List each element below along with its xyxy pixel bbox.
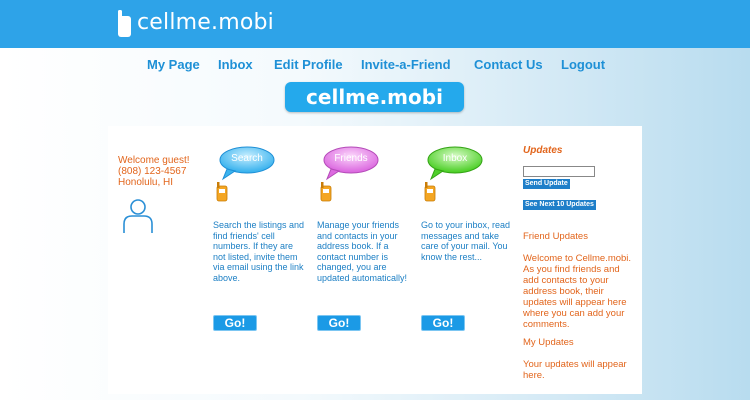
search-bubble-label: Search xyxy=(231,153,263,164)
main-nav: My Page Inbox Edit Profile Invite-a-Frie… xyxy=(0,57,750,75)
friend-updates-heading: Friend Updates xyxy=(523,231,588,242)
brand-badge: cellme.mobi xyxy=(285,82,464,112)
friends-bubble-label: Friends xyxy=(334,153,368,164)
search-go-button[interactable]: Go! xyxy=(213,315,257,331)
send-update-button[interactable]: Send Update xyxy=(523,179,570,189)
nav-invite-a-friend[interactable]: Invite-a-Friend xyxy=(361,57,451,72)
site-logo[interactable]: cellme.mobi xyxy=(137,10,274,35)
welcome-phone: (808) 123-4567 xyxy=(118,166,187,177)
nav-my-page[interactable]: My Page xyxy=(147,57,200,72)
phone-icon xyxy=(424,182,436,202)
nav-contact-us[interactable]: Contact Us xyxy=(474,57,543,72)
update-input[interactable] xyxy=(523,166,595,177)
welcome-location: Honolulu, HI xyxy=(118,177,174,188)
phone-icon xyxy=(320,182,332,202)
phone-logo-icon xyxy=(118,10,131,37)
see-next-updates-button[interactable]: See Next 10 Updates xyxy=(523,200,596,210)
phone-icon xyxy=(216,182,228,202)
search-description: Search the listings and find friends' ce… xyxy=(213,220,305,283)
user-avatar-icon xyxy=(123,199,153,233)
nav-edit-profile[interactable]: Edit Profile xyxy=(274,57,343,72)
nav-inbox[interactable]: Inbox xyxy=(218,57,253,72)
friends-go-button[interactable]: Go! xyxy=(317,315,361,331)
inbox-description: Go to your inbox, read messages and take… xyxy=(421,220,511,262)
welcome-block: Welcome guest! (808) 123-4567 Honolulu, … xyxy=(118,155,208,188)
friend-updates-text: Welcome to Cellme.mobi. As you find frie… xyxy=(523,253,632,330)
friends-description: Manage your friends and contacts in your… xyxy=(317,220,408,283)
top-header: cellme.mobi xyxy=(0,0,750,48)
updates-title: Updates xyxy=(523,145,563,156)
my-updates-heading: My Updates xyxy=(523,337,574,348)
inbox-bubble-label: Inbox xyxy=(442,153,468,164)
nav-logout[interactable]: Logout xyxy=(561,57,605,72)
my-updates-text: Your updates will appear here. xyxy=(523,359,627,381)
inbox-go-button[interactable]: Go! xyxy=(421,315,465,331)
welcome-greeting: Welcome guest! xyxy=(118,155,190,166)
